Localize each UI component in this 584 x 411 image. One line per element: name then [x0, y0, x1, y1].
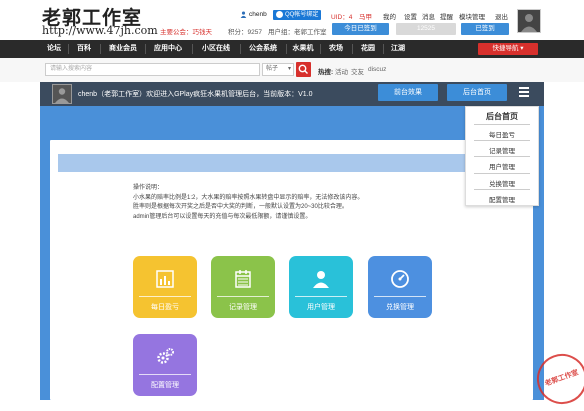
tile-divider — [374, 296, 426, 297]
hamburger-icon[interactable] — [519, 87, 529, 97]
quick-nav-label: 快捷导航 — [492, 45, 519, 52]
nav-divider — [320, 44, 321, 54]
instructions-line: 小水果的赔率比例是1:2，大水果的赔率按照水果转盘中显示的赔率，无法修改该内容。 — [133, 194, 364, 201]
tile-config-management[interactable]: 配置管理 — [133, 334, 197, 396]
checkin-today-button[interactable]: 今日已签到 — [332, 23, 389, 35]
nav-item-business[interactable]: 商业会员 — [104, 40, 142, 58]
guild-value[interactable]: 巧钱天 — [193, 29, 213, 36]
dropdown-item-config[interactable]: 配置管理 — [466, 194, 538, 204]
user-icon — [240, 11, 247, 20]
frontend-view-button[interactable]: 前台效果 — [378, 84, 438, 101]
admin-home-button[interactable]: 后台首页 — [447, 84, 507, 101]
nav-divider — [240, 44, 241, 54]
instructions-line: 胜率则是根据每次开奖之后是否中大奖的判断，一般默认设置为20~30比较合理。 — [133, 204, 348, 210]
dropdown-item-daily-profit[interactable]: 每日盈亏 — [466, 129, 538, 139]
guild-label-text: 主要公会： — [160, 29, 193, 36]
dropdown-divider — [474, 173, 530, 174]
dropdown-item-records[interactable]: 记录管理 — [466, 145, 538, 155]
nav-divider — [100, 44, 101, 54]
username-link[interactable]: chenb — [249, 11, 267, 18]
qq-bind-button[interactable]: QQ帐号绑定 — [273, 10, 322, 20]
tile-label: 兑换管理 — [386, 304, 414, 311]
dropdown-title[interactable]: 后台首页 — [466, 111, 538, 122]
tile-daily-profit[interactable]: 每日盈亏 — [133, 256, 197, 318]
header-link-settings[interactable]: 设置 — [404, 11, 417, 21]
tile-divider — [217, 296, 269, 297]
hot-search-label: 热搜: — [318, 69, 334, 76]
qq-icon — [276, 10, 283, 18]
tile-label: 用户管理 — [307, 304, 335, 311]
header-link-alt[interactable]: 马甲 — [359, 11, 372, 21]
dropdown-item-exchange[interactable]: 兑换管理 — [466, 178, 538, 188]
header-link-module-admin[interactable]: 模块管理 — [459, 11, 485, 21]
guild-label: 主要公会：巧钱天 — [160, 26, 212, 36]
avatar[interactable] — [517, 9, 541, 33]
nav-item-guild[interactable]: 公会系统 — [243, 40, 283, 58]
dropdown-divider — [474, 156, 530, 157]
instructions-title: 操作说明： — [133, 185, 164, 191]
nav-item-apps[interactable]: 应用中心 — [148, 40, 188, 58]
site-url[interactable]: http://www.47jh.com — [42, 24, 158, 37]
header-link-messages[interactable]: 消息 — [422, 11, 435, 21]
tile-divider — [139, 374, 191, 375]
chevron-down-icon: ▾ — [287, 66, 291, 72]
tile-divider — [139, 296, 191, 297]
nav-divider — [352, 44, 353, 54]
dropdown-divider — [474, 140, 530, 141]
tile-exchange-management[interactable]: 兑换管理 — [368, 256, 432, 318]
nav-item-forum[interactable]: 论坛 — [42, 40, 66, 58]
dropdown-divider — [474, 189, 530, 190]
nav-divider — [192, 44, 193, 54]
hot-link-dating[interactable]: 交友 — [351, 66, 364, 76]
admin-welcome-text: chenb（老郭工作室）欢迎进入GPlay疯狂水果机管理后台，当前版本：V1.0 — [78, 91, 313, 98]
hot-link-discuz[interactable]: discuz — [368, 66, 386, 73]
nav-item-jianghu[interactable]: 江湖 — [386, 40, 410, 58]
tile-divider — [295, 296, 347, 297]
tile-record-management[interactable]: 记录管理 — [211, 256, 275, 318]
bar-chart-icon — [156, 270, 174, 288]
nav-item-farm[interactable]: 农场 — [324, 40, 348, 58]
tile-label: 每日盈亏 — [151, 304, 179, 311]
tile-user-management[interactable]: 用户管理 — [289, 256, 353, 318]
dropdown-divider — [474, 124, 530, 125]
search-input[interactable]: 请输入搜索内容 — [45, 63, 260, 76]
header-link-mine[interactable]: 我的 — [383, 11, 396, 21]
site-header: 老郭工作室 http://www.47jh.com chenb QQ帐号绑定 U… — [0, 0, 584, 40]
calendar-icon — [235, 270, 251, 288]
gears-icon — [157, 348, 174, 364]
uid-label: UID：4 — [331, 14, 353, 21]
gauge-icon — [391, 270, 409, 288]
nav-item-garden[interactable]: 花园 — [356, 40, 380, 58]
panel-header — [58, 154, 520, 172]
header-link-logout[interactable]: 退出 — [495, 11, 508, 21]
nav-divider — [286, 44, 287, 54]
chevron-down-icon: ▾ — [520, 45, 524, 52]
nav-item-fruit-machine[interactable]: 水果机 — [289, 40, 317, 58]
search-type-select[interactable]: 帖子 ▾ — [262, 63, 294, 76]
quick-nav-button[interactable]: 快捷导航 ▾ — [478, 43, 538, 55]
tile-label: 配置管理 — [151, 382, 179, 389]
nav-item-wiki[interactable]: 百科 — [72, 40, 96, 58]
checkin-count: 12525 — [396, 23, 456, 35]
hot-link-event[interactable]: 活动 — [335, 66, 348, 76]
nav-item-community[interactable]: 小区在线 — [196, 40, 236, 58]
nav-divider — [383, 44, 384, 54]
search-icon — [298, 64, 308, 74]
user-icon — [313, 271, 329, 288]
search-button[interactable] — [296, 62, 311, 77]
qq-badge-label: QQ帐号绑定 — [285, 12, 319, 18]
points-label: 积分：9257 — [228, 29, 262, 36]
nav-divider — [68, 44, 69, 54]
header-link-reminders[interactable]: 提醒 — [440, 11, 453, 21]
instructions: 操作说明： 小水果的赔率比例是1:2，大水果的赔率按照水果转盘中显示的赔率，无法… — [133, 184, 363, 222]
instructions-line: admin管理后台可以设置每天的充值与每次最低限额，请谨慎设置。 — [133, 213, 312, 220]
dropdown-item-users[interactable]: 用户管理 — [466, 161, 538, 171]
admin-dropdown-menu: 后台首页 每日盈亏 记录管理 用户管理 兑换管理 配置管理 — [465, 106, 539, 206]
user-group-label: 用户组：老郭工作室 — [268, 29, 327, 36]
tile-label: 记录管理 — [229, 304, 257, 311]
checked-in-status: 已签到 — [461, 23, 509, 35]
search-type-value: 帖子 — [266, 66, 279, 72]
nav-divider — [145, 44, 146, 54]
admin-avatar — [52, 84, 72, 104]
